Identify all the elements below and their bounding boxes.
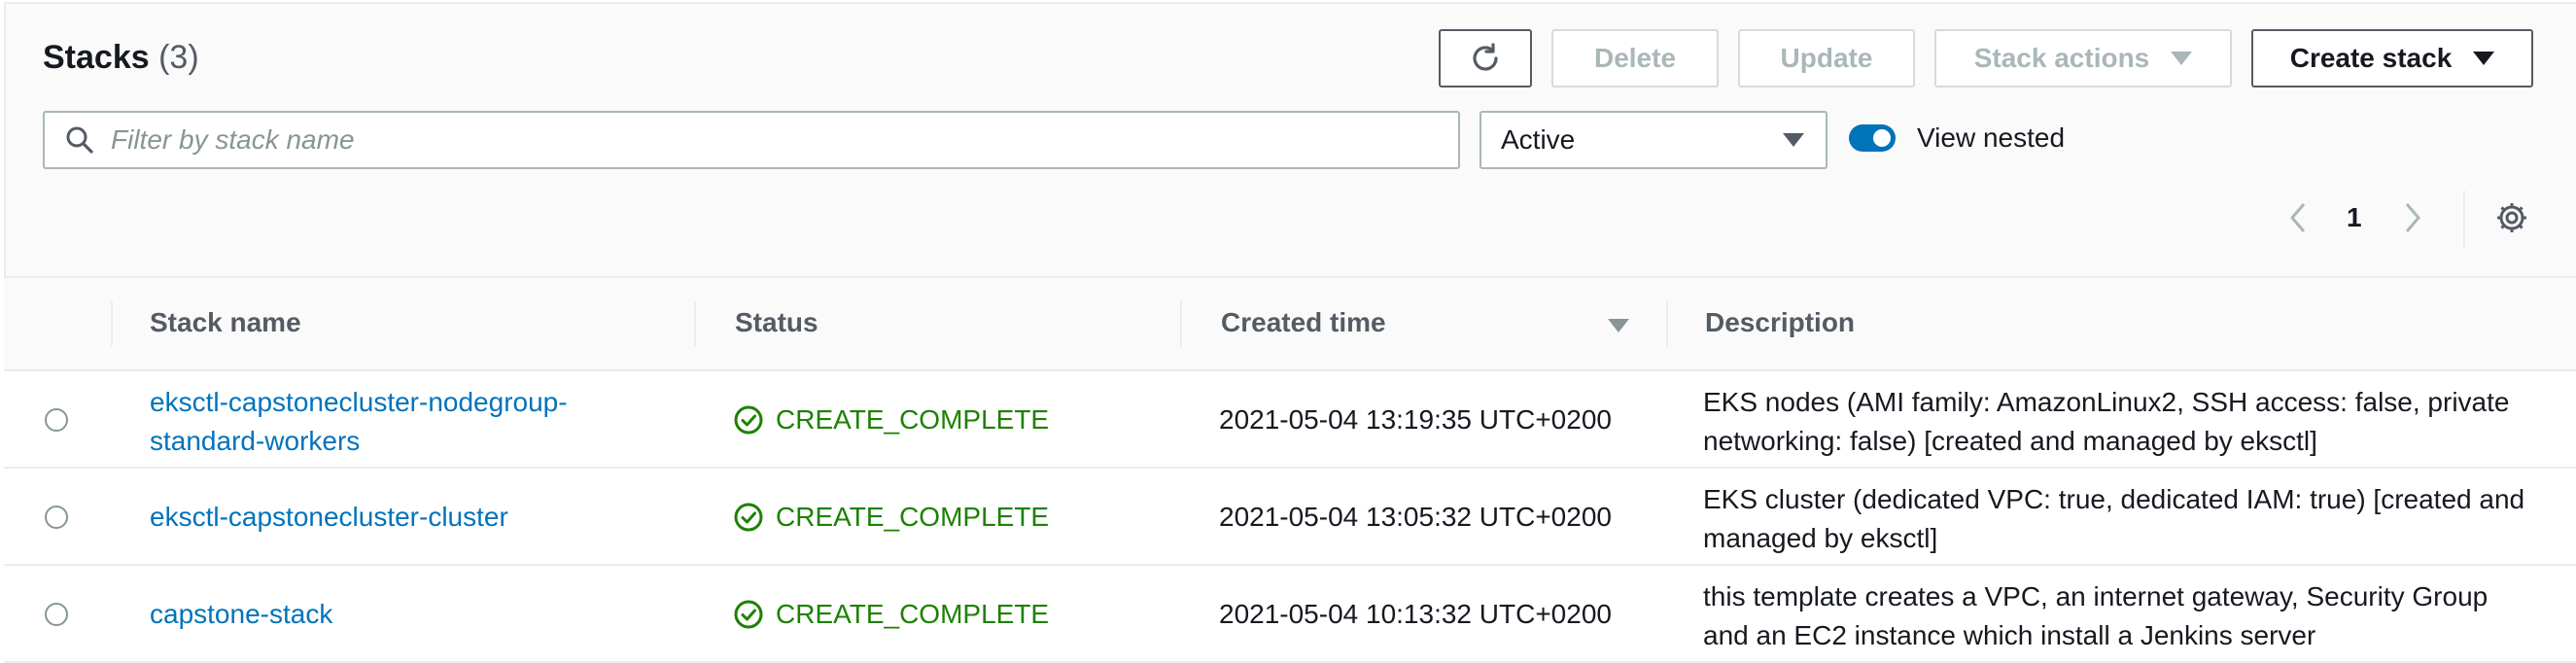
created-time: 2021-05-04 13:19:35 UTC+0200 [1219, 404, 1612, 435]
created-time: 2021-05-04 10:13:32 UTC+0200 [1219, 599, 1612, 629]
column-header-stack-name[interactable]: Stack name [150, 307, 301, 338]
search-input[interactable]: Filter by stack name [43, 111, 1460, 169]
chevron-left-icon[interactable] [2284, 198, 2314, 237]
stack-actions-label: Stack actions [1973, 43, 2150, 73]
sort-descending-icon[interactable] [1608, 319, 1629, 332]
stack-name-line: standard-workers [150, 426, 361, 456]
check-circle-icon [734, 405, 763, 435]
description: EKS cluster (dedicated VPC: true, dedica… [1703, 480, 2559, 558]
description-line: managed by eksctl] [1703, 523, 1938, 553]
pagination-divider [2463, 191, 2465, 249]
stack-name-link[interactable]: capstone-stack [150, 595, 332, 634]
view-nested-toggle-group: View nested [1849, 122, 2065, 154]
description: this template creates a VPC, an internet… [1703, 577, 2559, 655]
title-text: Stacks [43, 39, 150, 76]
table-row: eksctl-capstonecluster-cluster CREATE_CO… [4, 469, 2576, 566]
column-header-created-time[interactable]: Created time [1221, 307, 1386, 338]
column-separator [1666, 301, 1668, 346]
status-filter-select[interactable]: Active [1479, 111, 1828, 169]
status-text: CREATE_COMPLETE [776, 502, 1050, 532]
table-row: eksctl-capstonecluster-nodegroup- standa… [4, 371, 2576, 469]
gear-icon[interactable] [2494, 200, 2529, 235]
status-text: CREATE_COMPLETE [776, 599, 1050, 629]
stack-name-line: eksctl-capstonecluster-nodegroup- [150, 387, 568, 417]
column-header-description[interactable]: Description [1705, 307, 1855, 338]
description-line: this template creates a VPC, an internet… [1703, 581, 2489, 611]
search-placeholder: Filter by stack name [111, 124, 355, 155]
refresh-icon [1473, 43, 1498, 71]
stack-actions-button[interactable]: Stack actions [1934, 29, 2232, 87]
search-icon [66, 126, 93, 154]
chevron-right-icon[interactable] [2397, 198, 2426, 237]
status-cell: CREATE_COMPLETE [733, 401, 1049, 439]
pagination: 1 [2284, 198, 2426, 237]
check-circle-icon [734, 503, 763, 532]
current-page[interactable]: 1 [2347, 202, 2362, 233]
check-circle-icon [734, 600, 763, 629]
stack-name-link[interactable]: eksctl-capstonecluster-cluster [150, 498, 508, 537]
row-select-radio[interactable] [45, 408, 68, 432]
status-filter-value: Active [1501, 124, 1576, 155]
stack-count: (3) [158, 39, 199, 76]
update-button[interactable]: Update [1738, 29, 1915, 87]
created-time: 2021-05-04 13:05:32 UTC+0200 [1219, 502, 1612, 532]
description-line: networking: false) [created and managed … [1703, 426, 2317, 456]
column-separator [1180, 301, 1182, 346]
create-stack-label: Create stack [2289, 43, 2453, 73]
row-select-radio[interactable] [45, 603, 68, 626]
description: EKS nodes (AMI family: AmazonLinux2, SSH… [1703, 383, 2559, 461]
caret-down-icon [2473, 52, 2495, 65]
table-row: capstone-stack CREATE_COMPLETE 2021-05-0… [4, 566, 2576, 663]
status-cell: CREATE_COMPLETE [733, 595, 1049, 634]
create-stack-button[interactable]: Create stack [2251, 29, 2533, 87]
column-separator [111, 301, 113, 346]
caret-down-icon [1783, 133, 1804, 147]
description-line: EKS cluster (dedicated VPC: true, dedica… [1703, 484, 2525, 514]
description-line: and an EC2 instance which install a Jenk… [1703, 620, 2316, 650]
status-text: CREATE_COMPLETE [776, 404, 1050, 435]
column-header-status[interactable]: Status [735, 307, 818, 338]
view-nested-label: View nested [1917, 122, 2066, 153]
description-line: EKS nodes (AMI family: AmazonLinux2, SSH… [1703, 387, 2510, 417]
caret-down-icon [2171, 52, 2193, 65]
stack-name-link[interactable]: eksctl-capstonecluster-nodegroup- standa… [150, 383, 568, 461]
status-cell: CREATE_COMPLETE [733, 498, 1049, 537]
delete-button[interactable]: Delete [1551, 29, 1719, 87]
column-separator [694, 301, 696, 346]
view-nested-toggle[interactable] [1849, 124, 1896, 152]
row-select-radio[interactable] [45, 506, 68, 529]
page-title: Stacks (3) [43, 39, 199, 77]
refresh-button[interactable] [1439, 29, 1532, 87]
table-header: Stack name Status Created time Descripti… [4, 276, 2576, 371]
